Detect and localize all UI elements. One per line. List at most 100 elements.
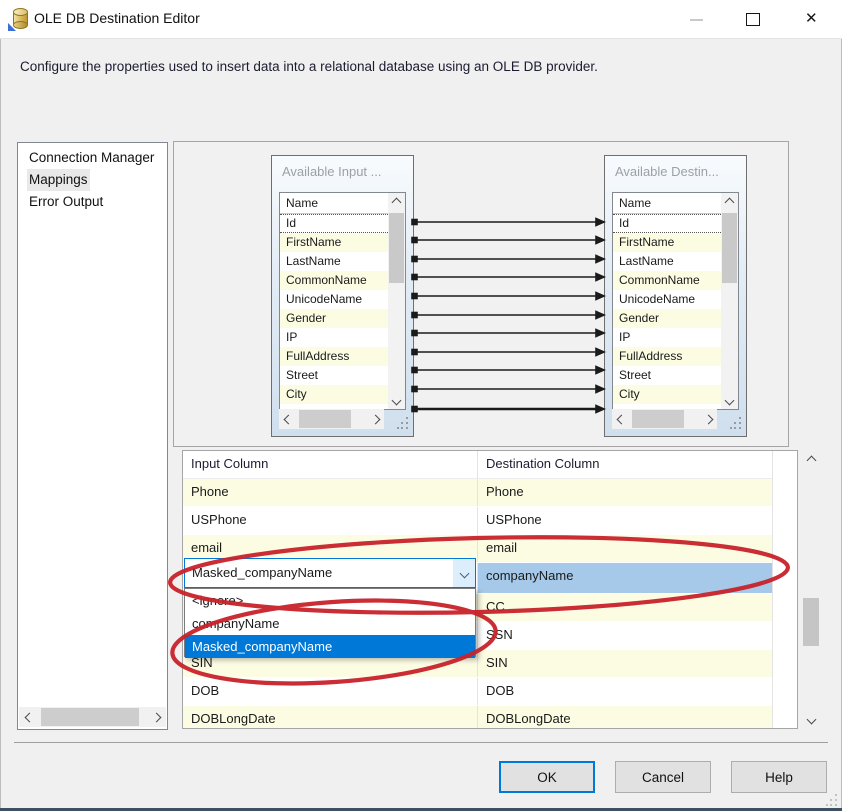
input-list-item[interactable]: Street — [280, 366, 388, 385]
scroll-down-icon[interactable] — [388, 393, 405, 407]
scroll-left-icon[interactable] — [21, 707, 37, 727]
destination-list-item[interactable]: LastName — [613, 252, 721, 271]
destination-list-item[interactable]: IP — [613, 328, 721, 347]
destination-list-item[interactable]: Gender — [613, 309, 721, 328]
resize-grip-icon — [397, 417, 410, 430]
grid-input-cell[interactable]: Phone — [183, 479, 478, 506]
input-list-column-header: Name — [280, 193, 405, 214]
scrollbar-thumb[interactable] — [722, 213, 737, 283]
input-list-item[interactable]: FirstName — [280, 233, 388, 252]
destination-list-item[interactable]: City — [613, 385, 721, 404]
grid-destination-cell[interactable]: Phone — [478, 479, 772, 506]
sidebar-item-error-output[interactable]: Error Output — [18, 191, 167, 213]
input-list-item[interactable]: Gender — [280, 309, 388, 328]
cancel-button[interactable]: Cancel — [615, 761, 711, 793]
grid-input-cell[interactable]: DOB — [183, 678, 478, 705]
window-resize-grip-icon[interactable] — [826, 794, 839, 807]
grid-row: DOBLongDate DOBLongDate — [183, 706, 772, 729]
close-icon[interactable]: ✕ — [805, 10, 818, 28]
grid-destination-cell[interactable]: SSN — [478, 622, 772, 649]
maximize-icon[interactable] — [746, 13, 760, 26]
input-list-item[interactable]: CommonName — [280, 271, 388, 290]
grid-destination-cell[interactable]: CC — [478, 594, 772, 621]
minimize-icon[interactable] — [690, 19, 703, 21]
window-title: OLE DB Destination Editor — [34, 10, 200, 26]
scroll-up-icon[interactable] — [721, 195, 738, 209]
destination-list-item[interactable]: Street — [613, 366, 721, 385]
destination-list-column-header: Name — [613, 193, 738, 214]
input-list-vertical-scrollbar[interactable] — [388, 193, 405, 409]
dialog-description: Configure the properties used to insert … — [20, 59, 598, 74]
mapping-diagram-panel: Available Input ... Name Id FirstName La… — [173, 141, 789, 447]
available-input-columns-box: Available Input ... Name Id FirstName La… — [271, 155, 414, 437]
database-icon — [11, 8, 29, 29]
destination-list-item[interactable]: FirstName — [613, 233, 721, 252]
resize-grip-icon — [730, 417, 743, 430]
sidebar-item-connection-manager[interactable]: Connection Manager — [18, 147, 167, 169]
content-divider — [14, 742, 828, 743]
scroll-right-icon[interactable] — [148, 707, 164, 727]
destination-list-item[interactable]: CommonName — [613, 271, 721, 290]
grid-destination-cell[interactable]: DOBLongDate — [478, 706, 772, 729]
input-column-header: Input Column — [183, 451, 478, 478]
scroll-up-icon[interactable] — [802, 453, 820, 467]
grid-row: Phone Phone — [183, 479, 772, 507]
dropdown-option-companyname[interactable]: companyName — [185, 612, 475, 635]
scrollbar-thumb[interactable] — [803, 598, 819, 646]
destination-list-item[interactable]: Id — [613, 214, 721, 233]
input-column-combobox[interactable]: Masked_companyName — [184, 558, 476, 588]
ole-db-destination-editor-dialog: OLE DB Destination Editor ✕ Configure th… — [0, 0, 842, 811]
scrollbar-thumb[interactable] — [41, 708, 139, 726]
input-list-item[interactable]: IP — [280, 328, 388, 347]
scroll-up-icon[interactable] — [388, 195, 405, 209]
scroll-down-icon[interactable] — [721, 393, 738, 407]
grid-input-cell[interactable]: DOBLongDate — [183, 706, 478, 729]
grid-header-row: Input Column Destination Column — [183, 451, 772, 479]
sidebar-horizontal-scrollbar[interactable] — [19, 707, 166, 727]
scroll-left-icon[interactable] — [281, 409, 295, 429]
input-columns-list: Name Id FirstName LastName CommonName Un… — [279, 192, 406, 410]
available-destination-columns-box: Available Destin... Name Id FirstName La… — [604, 155, 747, 437]
combobox-dropdown-list: <ignore> companyName Masked_companyName — [184, 588, 476, 657]
pages-list: Connection Manager Mappings Error Output — [17, 142, 168, 730]
available-input-columns-title: Available Input ... — [282, 164, 407, 179]
input-list-item[interactable]: Id — [280, 214, 388, 233]
input-list-item[interactable]: UnicodeName — [280, 290, 388, 309]
scroll-right-icon[interactable] — [701, 409, 715, 429]
title-bar: OLE DB Destination Editor ✕ — [0, 0, 842, 39]
dropdown-option-masked-companyname-highlighted[interactable]: Masked_companyName — [185, 635, 475, 658]
scroll-down-icon[interactable] — [802, 712, 820, 726]
destination-list-horizontal-scrollbar[interactable] — [612, 409, 717, 429]
available-destination-columns-title: Available Destin... — [615, 164, 740, 179]
grid-input-cell[interactable]: USPhone — [183, 507, 478, 534]
scrollbar-thumb[interactable] — [632, 410, 684, 428]
grid-destination-cell[interactable]: SIN — [478, 650, 772, 677]
grid-row: DOB DOB — [183, 678, 772, 706]
destination-list-item[interactable]: UnicodeName — [613, 290, 721, 309]
grid-destination-cell[interactable]: DOB — [478, 678, 772, 705]
destination-list-item[interactable]: FullAddress — [613, 347, 721, 366]
grid-destination-cell[interactable]: USPhone — [478, 507, 772, 534]
grid-vertical-scrollbar[interactable] — [802, 450, 820, 729]
input-list-item[interactable]: LastName — [280, 252, 388, 271]
scroll-left-icon[interactable] — [614, 409, 628, 429]
input-list-item[interactable]: City — [280, 385, 388, 404]
dropdown-option-ignore[interactable]: <ignore> — [185, 589, 475, 612]
destination-list-vertical-scrollbar[interactable] — [721, 193, 738, 409]
scrollbar-thumb[interactable] — [299, 410, 351, 428]
input-list-horizontal-scrollbar[interactable] — [279, 409, 384, 429]
chevron-down-icon — [459, 568, 469, 578]
grid-destination-cell[interactable]: email — [478, 535, 772, 562]
combobox-dropdown-button[interactable] — [453, 559, 475, 587]
sidebar-item-mappings[interactable]: Mappings — [18, 169, 167, 191]
grid-destination-cell-selected[interactable]: companyName — [478, 563, 772, 593]
grid-column-divider — [772, 451, 773, 728]
combobox-value: Masked_companyName — [192, 559, 332, 587]
destination-column-header: Destination Column — [478, 451, 772, 478]
help-button[interactable]: Help — [731, 761, 827, 793]
ok-button[interactable]: OK — [499, 761, 595, 793]
scrollbar-thumb[interactable] — [389, 213, 404, 283]
destination-columns-list: Name Id FirstName LastName CommonName Un… — [612, 192, 739, 410]
input-list-item[interactable]: FullAddress — [280, 347, 388, 366]
scroll-right-icon[interactable] — [368, 409, 382, 429]
